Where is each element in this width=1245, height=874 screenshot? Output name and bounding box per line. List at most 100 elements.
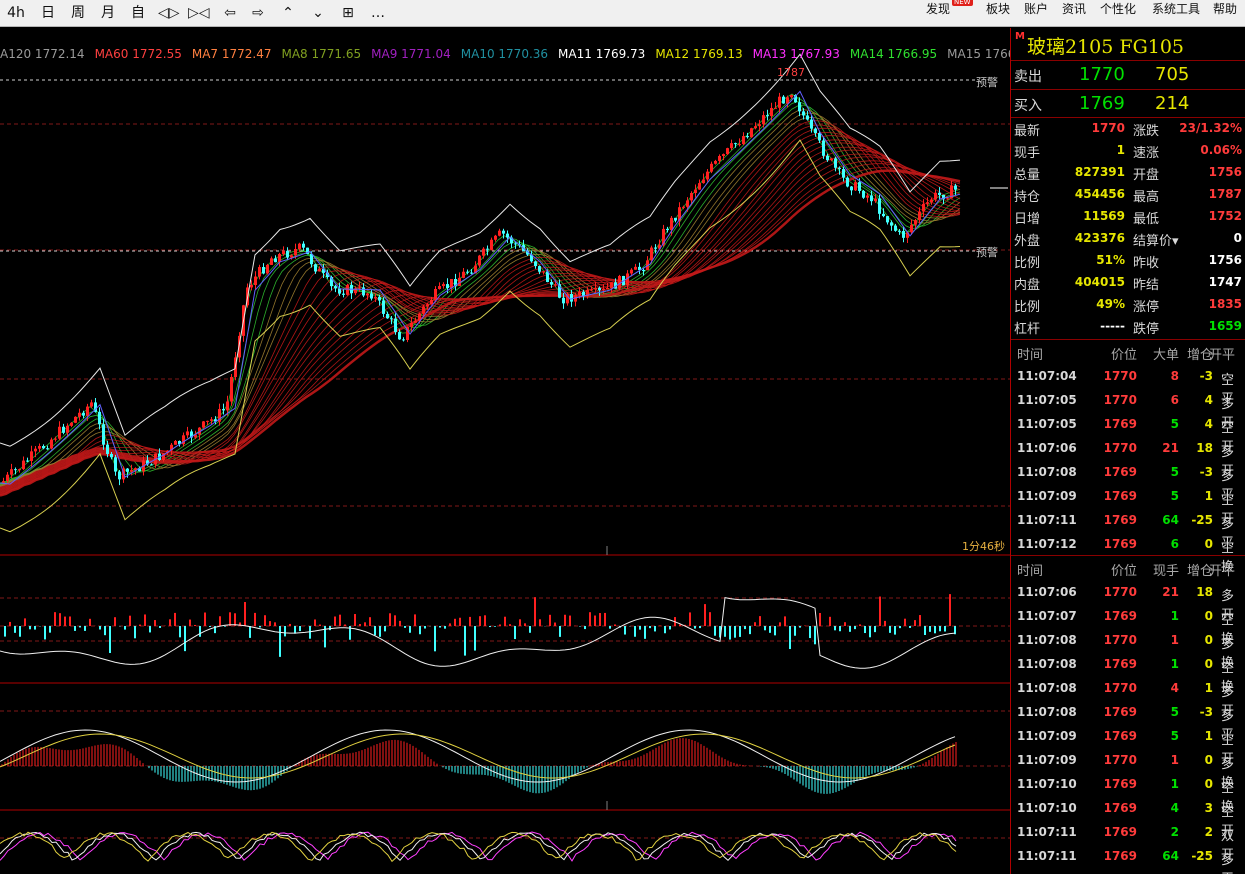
tick-row[interactable]: 11:07:08 1769 5 -3 多平 <box>1011 702 1245 743</box>
tick-row[interactable]: 11:07:08 1770 4 1 多开 <box>1011 678 1245 719</box>
tick-price: 1769 <box>1103 513 1137 527</box>
zoom-out-icon[interactable]: ▷◁ <box>188 3 210 23</box>
stat-value: 1 <box>1116 143 1125 157</box>
tick-oi-change: 0 <box>1204 657 1213 671</box>
tick-volume: 5 <box>1170 417 1179 431</box>
tick-row[interactable]: 11:07:05 1769 5 4 空开 <box>1011 414 1245 455</box>
arrow-right-icon[interactable]: ⇨ <box>248 3 268 23</box>
tick-row[interactable]: 11:07:10 1769 4 3 空开 <box>1011 798 1245 839</box>
more-icon[interactable]: … <box>368 3 388 23</box>
tick-price: 1770 <box>1103 681 1137 695</box>
tick-price: 1770 <box>1103 633 1137 647</box>
tick-time: 11:07:08 <box>1017 705 1077 719</box>
tick-row[interactable]: 11:07:11176964-25多平 <box>1011 510 1245 551</box>
tick-volume: 1 <box>1170 753 1179 767</box>
menu-sector[interactable]: 板块 <box>986 0 1010 20</box>
tick-oi-change: 1 <box>1204 489 1213 503</box>
stat-value: 0 <box>1233 231 1242 245</box>
ask-row[interactable]: 卖出 1770 705 <box>1011 64 1245 86</box>
stat-label: 速涨 <box>1133 146 1160 161</box>
tick-oi-change: 0 <box>1204 537 1213 551</box>
stat-value: 1756 <box>1208 165 1242 179</box>
stat-label: 最低 <box>1133 212 1160 227</box>
tick-oi-change: -25 <box>1191 849 1213 863</box>
menu-account[interactable]: 账户 <box>1024 0 1048 20</box>
tick-row[interactable]: 11:07:08 1770 1 0 多换 <box>1011 630 1245 671</box>
tick-oi-change: 0 <box>1204 753 1213 767</box>
stat-label: 昨收 <box>1133 256 1160 271</box>
tick-price: 1769 <box>1103 537 1137 551</box>
ma-legend-item: A120 1772.14 <box>0 47 85 61</box>
tick-time: 11:07:08 <box>1017 681 1077 695</box>
arrow-down-icon[interactable]: ⌄ <box>308 3 328 23</box>
arrow-left-icon[interactable]: ⇦ <box>220 3 240 23</box>
tick-time: 11:07:09 <box>1017 489 1077 503</box>
col-time: 时间 <box>1017 564 1044 579</box>
tick-row[interactable]: 11:07:06 1770 21 18 多开 <box>1011 582 1245 623</box>
alert-upper-label[interactable]: 预警 <box>976 74 998 90</box>
tick-oi-change: 18 <box>1196 441 1213 455</box>
instrument-title[interactable]: 玻璃2105 FG105 <box>1027 32 1184 59</box>
stat-label: 杠杆 <box>1014 322 1041 337</box>
ask-label: 卖出 <box>1014 69 1042 85</box>
menu-news[interactable]: 资讯 <box>1062 0 1086 20</box>
tick-price: 1770 <box>1103 441 1137 455</box>
period-week-button[interactable]: 周 <box>68 3 88 23</box>
stat-value: 49% <box>1096 297 1125 311</box>
tick-volume: 5 <box>1170 489 1179 503</box>
market-flag: M <box>1015 31 1025 42</box>
bid-row[interactable]: 买入 1769 214 <box>1011 93 1245 115</box>
tick-row[interactable]: 11:07:09 1769 5 1 空开 <box>1011 486 1245 527</box>
stat-value: 1787 <box>1208 187 1242 201</box>
menu-system-tools[interactable]: 系统工具 <box>1152 0 1200 20</box>
col-price: 价位 <box>1110 348 1137 363</box>
tick-row[interactable]: 11:07:04 1770 8 -3 空平 <box>1011 366 1245 407</box>
menu-discover[interactable]: 发现 NEW <box>926 0 973 20</box>
period-month-button[interactable]: 月 <box>98 3 118 23</box>
tick-volume: 4 <box>1170 801 1179 815</box>
ma-legend: A120 1772.14 MA60 1772.55 MA7 1772.47 MA8 1… <box>0 47 1010 63</box>
col-vol: 大单 <box>1152 348 1179 363</box>
tick-header: 时间 价位 现手 增仓 开平 <box>1011 558 1245 580</box>
ask-price: 1770 <box>1079 64 1125 85</box>
tick-price: 1769 <box>1103 849 1137 863</box>
bar-countdown: 1分46秒 <box>962 540 1005 553</box>
tick-volume: 64 <box>1162 849 1179 863</box>
tick-row[interactable]: 11:07:09 1770 1 0 多换 <box>1011 750 1245 791</box>
period-custom-button[interactable]: 自 <box>128 3 148 23</box>
alert-lower-label[interactable]: 预警 <box>976 244 998 260</box>
period-day-button[interactable]: 日 <box>38 3 58 23</box>
tick-row[interactable]: 11:07:07 1769 1 0 空换 <box>1011 606 1245 647</box>
stat-label: 日增 <box>1014 212 1041 227</box>
chart-canvas[interactable] <box>0 28 1010 874</box>
tick-row[interactable]: 11:07:08 1769 1 0 空换 <box>1011 654 1245 695</box>
tick-row[interactable]: 11:07:09 1769 5 1 空开 <box>1011 726 1245 767</box>
arrow-up-icon[interactable]: ⌃ <box>278 3 298 23</box>
menu-personalize[interactable]: 个性化 <box>1100 0 1136 20</box>
tick-row[interactable]: 11:07:08 1769 5 -3 多平 <box>1011 462 1245 503</box>
tick-volume: 8 <box>1170 369 1179 383</box>
tick-row[interactable]: 11:07:11176964-25多平 <box>1011 846 1245 874</box>
tick-price: 1769 <box>1103 657 1137 671</box>
zoom-in-icon[interactable]: ◁▷ <box>158 3 180 23</box>
stat-value: 1770 <box>1091 121 1125 135</box>
tick-row[interactable]: 11:07:10 1769 1 0 空换 <box>1011 774 1245 815</box>
tick-time: 11:07:06 <box>1017 585 1077 599</box>
layout-grid-icon[interactable]: ⊞ <box>338 3 358 23</box>
tick-row[interactable]: 11:07:06 1770 21 18 多开 <box>1011 438 1245 479</box>
tick-row[interactable]: 11:07:05 1770 6 4 多开 <box>1011 390 1245 431</box>
ma-legend-item: MA60 1772.55 <box>94 47 182 61</box>
tick-volume: 64 <box>1162 513 1179 527</box>
ma-legend-item: MA8 1771.65 <box>281 47 362 61</box>
col-time: 时间 <box>1017 348 1044 363</box>
stat-label: 比例 <box>1014 256 1041 271</box>
menu-help[interactable]: 帮助 <box>1213 0 1237 20</box>
tick-row[interactable]: 11:07:11 1769 2 2 双开 <box>1011 822 1245 863</box>
stat-label: 内盘 <box>1014 278 1041 293</box>
tick-volume: 1 <box>1170 777 1179 791</box>
tick-price: 1769 <box>1103 609 1137 623</box>
tick-volume: 5 <box>1170 729 1179 743</box>
volume-panel <box>0 594 956 669</box>
period-4h-button[interactable]: 4h <box>6 3 26 23</box>
stat-value: ----- <box>1100 319 1125 333</box>
